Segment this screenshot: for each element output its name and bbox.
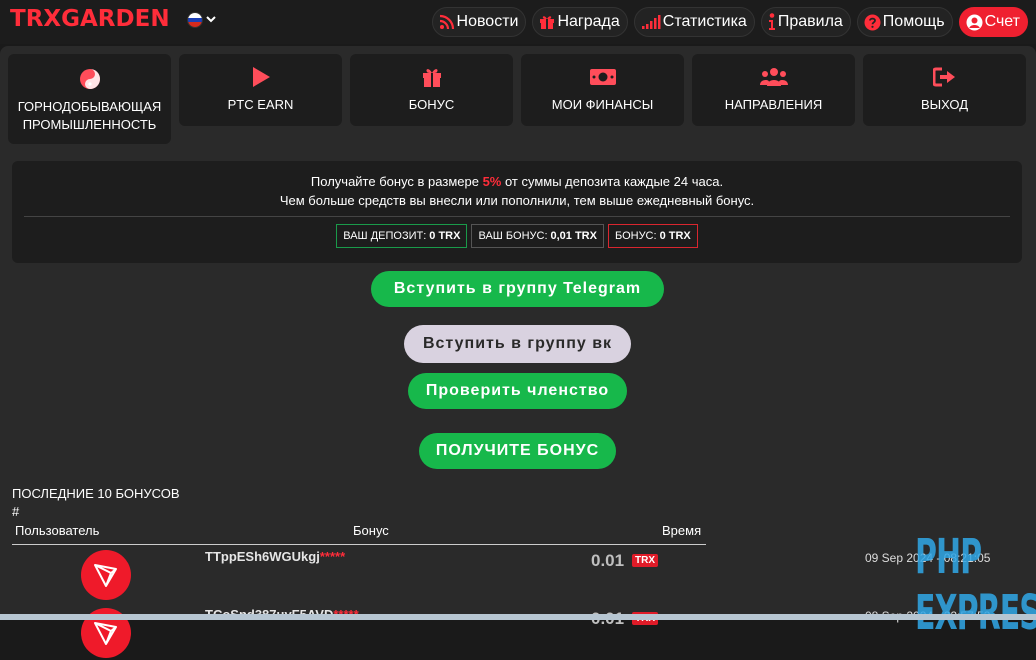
tile-ptc-earn-label: PTC EARN xyxy=(227,97,294,112)
bonus-percent: 5% xyxy=(482,174,502,189)
nav-reward-label: Награда xyxy=(557,13,620,30)
nav-rules-label: Правила xyxy=(777,13,843,30)
play-icon xyxy=(251,66,271,88)
sign-out-icon xyxy=(932,66,957,88)
tile-bonus-label: БОНУС xyxy=(408,97,455,112)
table-row: TTppESh6WGUkgj***** 0.01 TRX 09 Sep 2024… xyxy=(0,546,1036,602)
deposit-stat-value: 0 TRX xyxy=(429,230,461,242)
nav-rules-button[interactable]: Правила xyxy=(760,7,851,37)
rss-icon xyxy=(439,14,455,30)
nav-help-label: Помощь xyxy=(882,13,945,30)
bonus-user-address: TTppESh6WGUkgj xyxy=(205,549,320,564)
watermark: PHP EXPRESS xyxy=(915,530,1036,642)
tile-bonus[interactable]: БОНУС xyxy=(350,54,513,126)
tile-finances[interactable]: МОИ ФИНАНСЫ xyxy=(521,54,684,126)
money-bill-icon xyxy=(589,66,617,88)
nav-account-label: Счет xyxy=(984,13,1020,30)
column-user: Пользователь xyxy=(15,523,100,538)
join-vk-button[interactable]: Вступить в группу вк xyxy=(404,325,631,363)
bonus-user-mask: ***** xyxy=(319,549,346,564)
your-bonus-stat-value: 0,01 TRX xyxy=(550,230,597,242)
tile-directions-label: НАПРАВЛЕНИЯ xyxy=(724,97,823,112)
gift-icon xyxy=(421,66,443,88)
signal-bars-icon xyxy=(641,14,661,30)
get-bonus-button[interactable]: ПОЛУЧИТЕ БОНУС xyxy=(419,433,616,469)
bonus-description-line-2: Чем больше средств вы внесли или пополни… xyxy=(279,193,755,208)
deposit-stat-label: ВАШ ДЕПОЗИТ: xyxy=(343,230,427,242)
tile-mining-label-2: ПРОМЫШЛЕННОСТЬ xyxy=(22,117,157,132)
column-bonus: Бонус xyxy=(353,523,389,538)
tron-logo-icon xyxy=(81,550,131,600)
bonus-text-prefix: Получайте бонус в размере xyxy=(310,174,483,189)
check-membership-button[interactable]: Проверить членство xyxy=(408,373,627,409)
recent-bonuses-title: ПОСЛЕДНИЕ 10 БОНУСОВ xyxy=(12,486,180,501)
nav-stats-label: Статистика xyxy=(662,13,747,30)
tile-finances-label: МОИ ФИНАНСЫ xyxy=(551,97,654,112)
user-icon xyxy=(966,14,983,31)
site-logo[interactable]: TRXGARDEN xyxy=(10,6,170,32)
bonus-stats: ВАШ ДЕПОЗИТ: 0 TRX ВАШ БОНУС: 0,01 TRX БОН… xyxy=(12,224,1022,248)
table-row: TCoSnd387uvF5AVD***** 0.01 TRX 08 Sep 20… xyxy=(0,604,1036,660)
bonus-text-suffix: от суммы депозита каждые 24 часа. xyxy=(501,174,724,189)
bonus-user: TTppESh6WGUkgj***** xyxy=(205,549,345,564)
tile-ptc-earn[interactable]: PTC EARN xyxy=(179,54,342,126)
tile-directions[interactable]: НАПРАВЛЕНИЯ xyxy=(692,54,855,126)
table-header-divider xyxy=(12,544,706,545)
column-hash: # xyxy=(12,504,20,519)
bonus-stat: БОНУС: 0 TRX xyxy=(607,224,698,248)
your-bonus-stat-label: ВАШ БОНУС: xyxy=(478,230,548,242)
deposit-stat: ВАШ ДЕПОЗИТ: 0 TRX xyxy=(336,224,468,248)
tile-logout-label: ВЫХОД xyxy=(920,97,969,112)
bonus-stat-label: БОНУС: xyxy=(614,230,657,242)
column-time: Время xyxy=(662,523,702,538)
question-icon xyxy=(864,14,881,31)
nav-news-button[interactable]: Новости xyxy=(431,7,527,37)
language-selector[interactable] xyxy=(187,12,216,28)
your-bonus-stat: ВАШ БОНУС: 0,01 TRX xyxy=(471,224,604,248)
yin-yang-icon xyxy=(79,68,101,90)
join-telegram-button[interactable]: Вступить в группу Telegram xyxy=(371,271,664,307)
bonus-divider xyxy=(24,216,1010,217)
top-nav: Новости Награда Статистика Правила Помощ… xyxy=(431,7,1028,37)
users-icon xyxy=(759,66,789,88)
gift-icon xyxy=(539,14,555,30)
flag-stripe-red xyxy=(188,22,202,27)
tile-logout[interactable]: ВЫХОД xyxy=(863,54,1026,126)
bonus-stat-value: 0 TRX xyxy=(659,230,691,242)
nav-news-label: Новости xyxy=(456,13,519,30)
main-content: ГОРНОДОБЫВАЮЩАЯ ПРОМЫШЛЕННОСТЬ PTC EARN … xyxy=(0,46,1036,658)
nav-account-button[interactable]: Счет xyxy=(958,7,1028,37)
info-icon xyxy=(768,13,776,31)
tile-mining-label-1: ГОРНОДОБЫВАЮЩАЯ xyxy=(17,99,162,114)
chevron-down-icon xyxy=(206,15,216,26)
russia-flag-icon xyxy=(187,12,203,28)
menu-tiles: ГОРНОДОБЫВАЮЩАЯ ПРОМЫШЛЕННОСТЬ PTC EARN … xyxy=(8,54,1026,144)
top-bar: TRXGARDEN Новости Награда Статистика Пра… xyxy=(0,0,1036,44)
bonus-info-panel: Получайте бонус в размере 5% от суммы де… xyxy=(12,161,1022,263)
bonus-description-line-1: Получайте бонус в размере 5% от суммы де… xyxy=(12,174,1022,189)
nav-reward-button[interactable]: Награда xyxy=(532,7,628,37)
nav-help-button[interactable]: Помощь xyxy=(856,7,953,37)
currency-badge: TRX xyxy=(632,554,658,567)
bonus-amount: 0.01 xyxy=(591,551,625,570)
bottom-strip xyxy=(0,614,1036,620)
nav-stats-button[interactable]: Статистика xyxy=(633,7,755,37)
tile-mining[interactable]: ГОРНОДОБЫВАЮЩАЯ ПРОМЫШЛЕННОСТЬ xyxy=(8,54,171,144)
